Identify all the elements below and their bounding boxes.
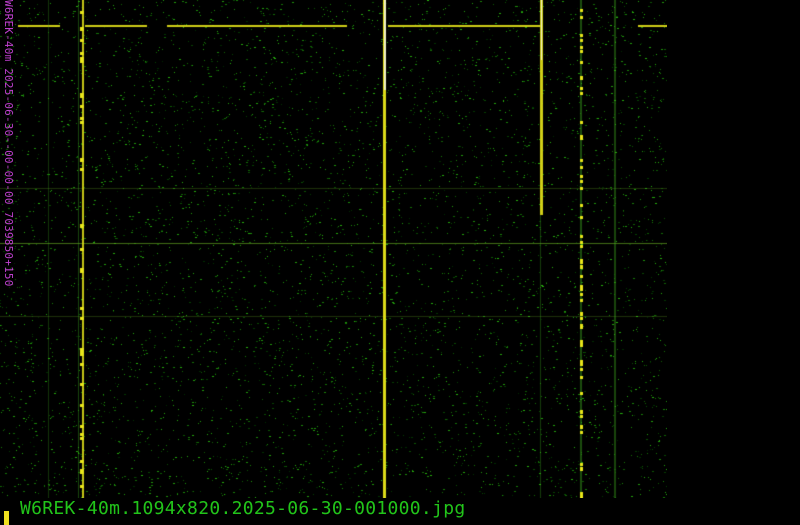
- cursor-mark: [4, 511, 9, 525]
- waterfall-spectrogram: [0, 0, 667, 500]
- side-stamp: W6REK-40m 2025-06-30--00-00-00 7039850+1…: [2, 0, 15, 500]
- waterfall-canvas: [0, 0, 667, 500]
- side-stamp-text: W6REK-40m 2025-06-30--00-00-00 7039850+1…: [2, 0, 15, 287]
- image-viewer: W6REK-40m 2025-06-30--00-00-00 7039850+1…: [0, 0, 800, 525]
- image-filename: W6REK-40m.1094x820.2025-06-30-001000.jpg: [20, 498, 466, 519]
